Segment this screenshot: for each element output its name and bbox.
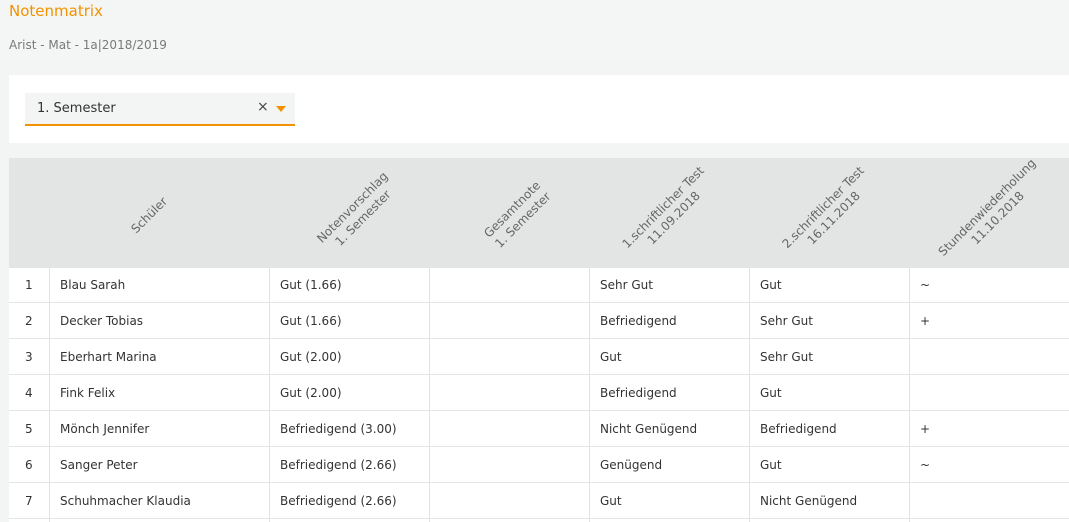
grade-matrix-table: Schüler Notenvorschlag 1. Semester Gesam… xyxy=(9,158,1069,522)
filter-card: 1. Semester × xyxy=(9,75,1069,143)
repetition-grade-cell[interactable]: ~ xyxy=(920,448,930,483)
student-name-cell: Decker Tobias xyxy=(60,314,144,328)
table-row[interactable]: 6 Sanger Peter Befriedigend (2.66) Genügend… xyxy=(9,448,1069,483)
student-name-cell: Mönch Jennifer xyxy=(60,422,150,436)
test1-grade-cell[interactable]: Gut xyxy=(600,484,622,519)
column-header-test2[interactable]: 2.schriftlicher Test 16.11.2018 xyxy=(749,158,909,268)
grade-suggestion-cell[interactable]: Befriedigend (2.66) xyxy=(280,448,397,483)
test2-grade-cell[interactable]: Sehr Gut xyxy=(760,304,813,339)
test2-grade-cell[interactable]: Befriedigend xyxy=(760,412,837,447)
row-number: 5 xyxy=(25,422,33,436)
table-row[interactable]: 4 Fink Felix Gut (2.00) Befriedigend Gut xyxy=(9,376,1069,411)
column-header-stundenwiederholung[interactable]: Stundenwiederholung 11.10.2018 xyxy=(909,158,1069,268)
row-number: 1 xyxy=(25,278,33,292)
test1-grade-cell[interactable]: Befriedigend xyxy=(600,304,677,339)
row-number: 7 xyxy=(25,494,33,508)
student-name-cell: Eberhart Marina xyxy=(60,350,157,364)
table-row[interactable]: 7 Schuhmacher Klaudia Befriedigend (2.66) G… xyxy=(9,484,1069,519)
grade-suggestion-cell[interactable]: Befriedigend (2.66) xyxy=(280,484,397,519)
clear-icon[interactable]: × xyxy=(257,99,269,115)
row-number: 6 xyxy=(25,458,33,472)
test1-grade-cell[interactable]: Sehr Gut xyxy=(600,268,653,303)
column-header-test1[interactable]: 1.schriftlicher Test 11.09.2018 xyxy=(589,158,749,268)
column-header-gesamtnote[interactable]: Gesamtnote 1. Semester xyxy=(429,158,589,268)
column-header-notenvorschlag[interactable]: Notenvorschlag 1. Semester xyxy=(269,158,429,268)
test1-grade-cell[interactable]: Nicht Genügend xyxy=(600,412,697,447)
table-header: Schüler Notenvorschlag 1. Semester Gesam… xyxy=(9,158,1069,268)
semester-select[interactable]: 1. Semester × xyxy=(25,93,295,126)
grade-suggestion-cell[interactable]: Gut (1.66) xyxy=(280,268,342,303)
student-name-cell: Schuhmacher Klaudia xyxy=(60,494,191,508)
column-header-schueler[interactable]: Schüler xyxy=(49,158,269,268)
table-row[interactable]: 5 Mönch Jennifer Befriedigend (3.00) Nicht … xyxy=(9,412,1069,447)
student-name-cell: Sanger Peter xyxy=(60,458,138,472)
test1-grade-cell[interactable]: Gut xyxy=(600,340,622,375)
page-header: Notenmatrix Arist - Mat - 1a|2018/2019 xyxy=(0,0,1069,60)
grade-suggestion-cell[interactable]: Gut (1.66) xyxy=(280,304,342,339)
row-number: 2 xyxy=(25,314,33,328)
table-row[interactable]: 2 Decker Tobias Gut (1.66) Befriedigend Sehr… xyxy=(9,304,1069,339)
row-number: 3 xyxy=(25,350,33,364)
repetition-grade-cell[interactable]: ~ xyxy=(920,268,930,303)
grade-suggestion-cell[interactable]: Gut (2.00) xyxy=(280,340,342,375)
chevron-down-icon[interactable] xyxy=(276,106,286,112)
table-row[interactable]: 1 Blau Sarah Gut (1.66) Sehr Gut Gut ~ xyxy=(9,268,1069,303)
grade-suggestion-cell[interactable]: Gut (2.00) xyxy=(280,376,342,411)
repetition-grade-cell[interactable]: + xyxy=(920,412,930,447)
test2-grade-cell[interactable]: Nicht Genügend xyxy=(760,484,857,519)
table-row[interactable]: 3 Eberhart Marina Gut (2.00) Gut Sehr Gut xyxy=(9,340,1069,375)
semester-select-value: 1. Semester xyxy=(37,101,116,116)
grade-suggestion-cell[interactable]: Befriedigend (3.00) xyxy=(280,412,397,447)
student-name-cell: Blau Sarah xyxy=(60,278,126,292)
test2-grade-cell[interactable]: Gut xyxy=(760,268,782,303)
test2-grade-cell[interactable]: Gut xyxy=(760,376,782,411)
test2-grade-cell[interactable]: Sehr Gut xyxy=(760,340,813,375)
class-subtitle: Arist - Mat - 1a|2018/2019 xyxy=(9,38,167,52)
test1-grade-cell[interactable]: Befriedigend xyxy=(600,376,677,411)
student-name-cell: Fink Felix xyxy=(60,386,116,400)
page-title: Notenmatrix xyxy=(9,2,103,20)
repetition-grade-cell[interactable]: + xyxy=(920,304,930,339)
test1-grade-cell[interactable]: Genügend xyxy=(600,448,662,483)
row-number: 4 xyxy=(25,386,33,400)
test2-grade-cell[interactable]: Gut xyxy=(760,448,782,483)
